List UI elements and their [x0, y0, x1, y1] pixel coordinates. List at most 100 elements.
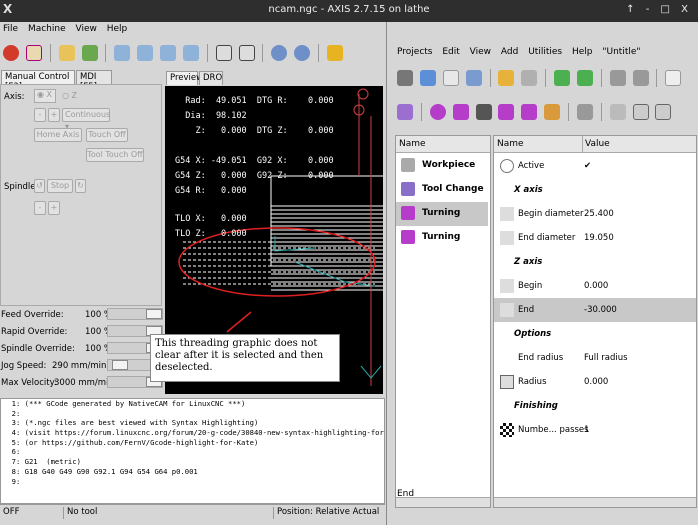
tree-item-label: Turning: [422, 232, 461, 242]
jog-plus-button[interactable]: +: [48, 108, 60, 122]
add-icon[interactable]: [419, 70, 436, 86]
prop-row-end-radius[interactable]: End radius Full radius: [494, 346, 696, 370]
duplicate-icon[interactable]: [442, 70, 459, 86]
tool-change-icon[interactable]: [397, 104, 413, 120]
menu-add[interactable]: Add: [501, 47, 518, 57]
run-icon[interactable]: [114, 45, 131, 61]
reload-icon[interactable]: [81, 45, 98, 61]
dro-line: G54 Z: 0.000 G92 Z: 0.000: [175, 171, 334, 181]
tree-item-tool-change[interactable]: Tool Change: [396, 178, 488, 202]
gcode-text-area[interactable]: 1: (*** GCode generated by NativeCAM for…: [0, 398, 385, 504]
step-icon[interactable]: [137, 45, 154, 61]
optional-stop-icon[interactable]: [238, 45, 255, 61]
window-title: ncam.ngc - AXIS 2.7.15 on lathe: [268, 4, 430, 15]
open-file-icon[interactable]: [58, 45, 75, 61]
zoom-out-icon[interactable]: [294, 45, 311, 61]
menu-help[interactable]: Help: [572, 47, 593, 57]
active-checkbox[interactable]: ✔: [584, 161, 591, 171]
drill-icon[interactable]: [429, 104, 446, 120]
tree-item-workpiece[interactable]: Workpiece: [396, 154, 488, 178]
tab-dro[interactable]: DRO: [199, 71, 223, 85]
prop-row-active[interactable]: Active ✔: [494, 154, 696, 178]
outdent-icon[interactable]: [632, 70, 649, 86]
column-value-header[interactable]: Value: [585, 139, 610, 149]
tab-manual-control[interactable]: Manual Control [F3]: [1, 70, 75, 92]
prop-value[interactable]: -30.000: [584, 305, 617, 315]
slider-thumb[interactable]: [112, 360, 128, 370]
tree-item-turning-selected[interactable]: Turning: [396, 202, 488, 226]
prop-value[interactable]: 0.000: [584, 281, 608, 291]
settings-gear-icon[interactable]: [397, 70, 413, 86]
home-axis-button[interactable]: Home Axis: [34, 128, 82, 142]
prop-row-number-of-passes[interactable]: Numbe... passes 1: [494, 418, 696, 442]
menu-file[interactable]: File: [3, 24, 18, 34]
ruler-icon[interactable]: [609, 104, 626, 120]
menu-utilities[interactable]: Utilities: [528, 47, 562, 57]
tab-preview[interactable]: Preview: [166, 71, 203, 85]
tree-item-turning[interactable]: Turning: [396, 226, 488, 250]
menu-machine[interactable]: Machine: [28, 24, 66, 34]
menu-edit[interactable]: Edit: [442, 47, 459, 57]
prop-row-end-diameter[interactable]: End diameter 19.050: [494, 226, 696, 250]
project-tree[interactable]: Name Workpiece Tool Change Turning Turni…: [395, 135, 491, 508]
zoom-in-icon[interactable]: [271, 45, 288, 61]
menu-view[interactable]: View: [76, 24, 97, 34]
power-icon[interactable]: [25, 45, 42, 61]
spindle-stop-button[interactable]: Stop: [47, 179, 73, 193]
clear-plot-icon[interactable]: [326, 45, 343, 61]
prop-section-x-axis: X axis: [494, 178, 696, 202]
spindle-cw-icon[interactable]: ↻: [75, 179, 86, 193]
thread-icon[interactable]: [475, 104, 492, 120]
move-up-icon[interactable]: [554, 70, 570, 86]
block-delete-icon[interactable]: [215, 45, 232, 61]
column-name-header[interactable]: Name: [497, 139, 524, 149]
indent-icon[interactable]: [609, 70, 626, 86]
gcode-line: 7: G21 (metric): [3, 457, 81, 467]
estop-icon[interactable]: [3, 45, 19, 61]
tab-mdi[interactable]: MDI [F5]: [76, 70, 112, 92]
prop-row-radius[interactable]: Radius 0.000: [494, 370, 696, 394]
prop-value[interactable]: 0.000: [584, 377, 608, 387]
window-controls[interactable]: ↑ - □ X: [626, 4, 692, 15]
groove-icon[interactable]: [521, 104, 538, 120]
redo-icon[interactable]: [521, 70, 538, 86]
prop-row-z-end-selected[interactable]: End -30.000: [494, 298, 696, 322]
export-gcode-icon[interactable]: [655, 104, 672, 120]
dro-line: Z: 0.000 DTG Z: 0.000: [175, 126, 334, 136]
gcode-icon[interactable]: [632, 104, 649, 120]
tree-header[interactable]: Name: [396, 136, 490, 153]
remove-icon[interactable]: [465, 70, 482, 86]
properties-horizontal-scrollbar[interactable]: [494, 497, 696, 507]
properties-table[interactable]: Name Value Active ✔ X axis Begin diamete…: [493, 135, 697, 508]
select-icon[interactable]: [576, 104, 593, 120]
pause-icon[interactable]: [160, 45, 176, 61]
axis-toolbar: [1, 43, 385, 67]
jog-minus-button[interactable]: -: [34, 108, 46, 122]
stop-icon[interactable]: [182, 45, 199, 61]
prop-value[interactable]: 19.050: [584, 233, 614, 243]
feed-override-slider[interactable]: [107, 308, 163, 320]
undo-icon[interactable]: [498, 70, 515, 86]
spindle-slower-button[interactable]: -: [34, 201, 46, 215]
spindle-faster-button[interactable]: +: [48, 201, 60, 215]
slider-thumb[interactable]: [146, 309, 162, 319]
tool-touch-off-button[interactable]: Tool Touch Off: [86, 148, 144, 162]
jog-mode-select[interactable]: Continuous ▾: [62, 108, 110, 131]
menu-view[interactable]: View: [470, 47, 491, 57]
prop-value[interactable]: Full radius: [584, 353, 628, 363]
menu-projects[interactable]: Projects: [397, 47, 432, 57]
chamfer-icon[interactable]: [544, 104, 561, 120]
spindle-ccw-icon[interactable]: ↺: [34, 179, 45, 193]
turning-icon[interactable]: [452, 104, 469, 120]
move-down-icon[interactable]: [576, 70, 593, 86]
axis-x-radio[interactable]: ◉ X: [34, 89, 56, 103]
prop-value[interactable]: 1: [584, 425, 589, 435]
axis-z-radio[interactable]: ○ Z: [62, 91, 77, 100]
touch-off-button[interactable]: Touch Off: [86, 128, 128, 142]
prop-row-z-begin[interactable]: Begin 0.000: [494, 274, 696, 298]
collapse-icon[interactable]: [665, 70, 682, 86]
face-icon[interactable]: [498, 104, 515, 120]
prop-row-begin-diameter[interactable]: Begin diameter 25.400: [494, 202, 696, 226]
menu-help[interactable]: Help: [107, 24, 128, 34]
prop-value[interactable]: 25.400: [584, 209, 614, 219]
